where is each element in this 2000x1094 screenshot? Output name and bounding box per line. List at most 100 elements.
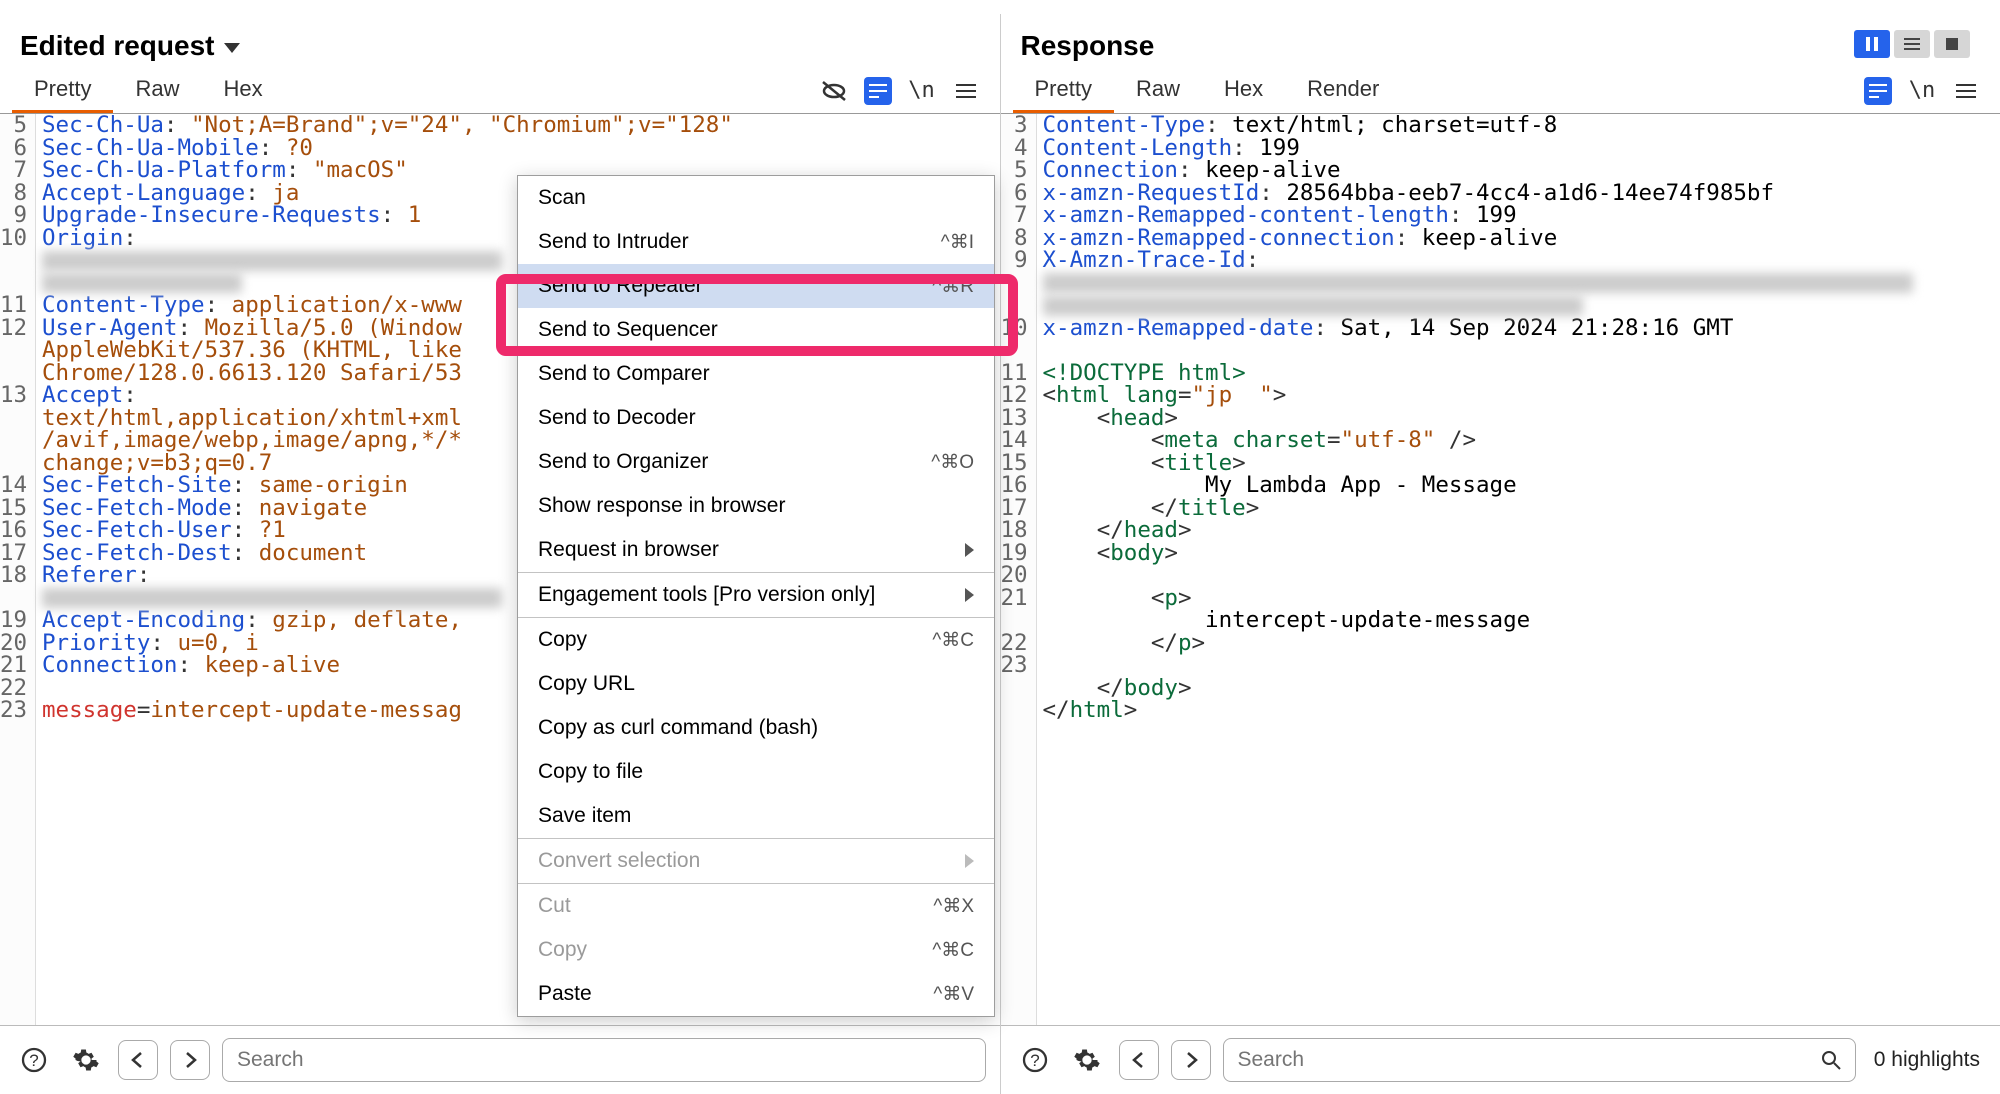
menu-item[interactable]: Save item <box>518 794 994 838</box>
menu-item-label: Convert selection <box>538 849 700 873</box>
menu-item[interactable]: Send to Comparer <box>518 352 994 396</box>
menu-shortcut: ^⌘R <box>932 275 974 298</box>
svg-text:?: ? <box>29 1051 38 1070</box>
menu-shortcut: ^⌘V <box>933 983 974 1006</box>
search-icon[interactable] <box>1821 1050 1841 1070</box>
line-number: 7 <box>0 159 27 182</box>
line-number: 19 <box>1001 542 1028 565</box>
line-number: 23 <box>0 699 27 722</box>
hamburger-icon[interactable] <box>952 77 980 105</box>
chevron-right-icon <box>965 588 974 602</box>
search-input[interactable] <box>237 1048 971 1072</box>
wrap-icon[interactable] <box>864 77 892 105</box>
menu-item[interactable]: Request in browser <box>518 528 994 572</box>
line-number: 11 <box>1001 362 1028 385</box>
menu-item-label: Show response in browser <box>538 494 785 518</box>
menu-item: Convert selection <box>518 839 994 883</box>
line-number: 21 <box>0 654 27 677</box>
next-button[interactable] <box>1171 1040 1211 1080</box>
tab-pretty[interactable]: Pretty <box>12 68 113 113</box>
menu-item[interactable]: Send to Decoder <box>518 396 994 440</box>
code-line: X-Amzn-Trace-Id: <box>1043 249 1913 272</box>
line-number: 17 <box>0 542 27 565</box>
line-number: 23 <box>1001 654 1028 677</box>
menu-item[interactable]: Copy as curl command (bash) <box>518 706 994 750</box>
menu-item: Cut^⌘X <box>518 884 994 928</box>
menu-item[interactable]: Send to Sequencer <box>518 308 994 352</box>
line-number: 9 <box>0 204 27 227</box>
menu-item[interactable]: Copy^⌘C <box>518 618 994 662</box>
menu-item-label: Send to Sequencer <box>538 318 718 342</box>
line-number <box>1001 272 1028 295</box>
code-line: <head> <box>1043 407 1913 430</box>
menu-item[interactable]: Copy to file <box>518 750 994 794</box>
request-title: Edited request <box>20 30 214 62</box>
tab-hex[interactable]: Hex <box>201 68 284 113</box>
line-number: 5 <box>0 114 27 137</box>
line-number <box>0 272 27 295</box>
line-number: 14 <box>0 474 27 497</box>
chevron-right-icon <box>965 854 974 868</box>
menu-item-label: Send to Decoder <box>538 406 696 430</box>
newline-icon[interactable]: \n <box>1908 77 1936 105</box>
line-number: 18 <box>0 564 27 587</box>
menu-shortcut: ^⌘O <box>931 451 974 474</box>
menu-item[interactable]: Send to Organizer ^⌘O <box>518 440 994 484</box>
line-number: 12 <box>1001 384 1028 407</box>
help-icon[interactable]: ? <box>14 1040 54 1080</box>
search-input[interactable] <box>1238 1048 1821 1072</box>
line-number: 10 <box>0 227 27 250</box>
line-number <box>1001 609 1028 632</box>
code-line: intercept-update-message <box>1043 609 1913 632</box>
next-button[interactable] <box>170 1040 210 1080</box>
menu-shortcut: ^⌘C <box>932 939 974 962</box>
wrap-icon[interactable] <box>1864 77 1892 105</box>
menu-item-label: Copy as curl command (bash) <box>538 716 818 740</box>
menu-item[interactable]: Send to Intruder^⌘I <box>518 220 994 264</box>
code-line: <html lang="jp "> <box>1043 384 1913 407</box>
menu-item[interactable]: Paste^⌘V <box>518 972 994 1016</box>
code-line: Sec-Ch-Ua-Mobile: ?0 <box>42 137 733 160</box>
menu-item-label: Send to Organizer <box>538 450 708 474</box>
chevron-down-icon[interactable] <box>224 43 240 53</box>
redacted <box>42 251 502 271</box>
code-line: x-amzn-Remapped-date: Sat, 14 Sep 2024 2… <box>1043 317 1913 340</box>
menu-item[interactable]: Scan <box>518 176 994 220</box>
hamburger-icon[interactable] <box>1952 77 1980 105</box>
menu-item[interactable]: Show response in browser <box>518 484 994 528</box>
menu-item-label: Send to Intruder <box>538 230 689 254</box>
help-icon[interactable]: ? <box>1015 1040 1055 1080</box>
line-number <box>0 249 27 272</box>
menu-item-label: Copy <box>538 938 587 962</box>
line-number: 22 <box>0 677 27 700</box>
tab-pretty[interactable]: Pretty <box>1013 68 1114 113</box>
menu-item[interactable]: Engagement tools [Pro version only] <box>518 573 994 617</box>
code-line: Content-Length: 199 <box>1043 137 1913 160</box>
line-number: 4 <box>1001 137 1028 160</box>
newline-icon[interactable]: \n <box>908 77 936 105</box>
response-search <box>1223 1038 1856 1082</box>
context-menu: Scan Send to Intruder^⌘ISend to Repeater^… <box>517 175 995 1017</box>
response-code[interactable]: 34567891011121314151617181920212223 Cont… <box>1001 114 2000 1025</box>
tab-hex[interactable]: Hex <box>1202 68 1285 113</box>
menu-item[interactable]: Copy URL <box>518 662 994 706</box>
tab-raw[interactable]: Raw <box>1114 68 1202 113</box>
code-line <box>1043 339 1913 362</box>
tab-raw[interactable]: Raw <box>113 68 201 113</box>
line-number: 20 <box>0 632 27 655</box>
visibility-off-icon[interactable] <box>820 77 848 105</box>
prev-button[interactable] <box>1119 1040 1159 1080</box>
line-number: 10 <box>1001 317 1028 340</box>
redacted <box>42 588 502 608</box>
tab-render[interactable]: Render <box>1285 68 1401 113</box>
menu-item-label: Scan <box>538 186 586 210</box>
line-number: 19 <box>0 609 27 632</box>
line-number: 5 <box>1001 159 1028 182</box>
gear-icon[interactable] <box>66 1040 106 1080</box>
code-line: </body> <box>1043 677 1913 700</box>
menu-item[interactable]: Send to Repeater^⌘R <box>518 264 994 308</box>
gear-icon[interactable] <box>1067 1040 1107 1080</box>
line-number <box>0 452 27 475</box>
line-number: 8 <box>1001 227 1028 250</box>
prev-button[interactable] <box>118 1040 158 1080</box>
